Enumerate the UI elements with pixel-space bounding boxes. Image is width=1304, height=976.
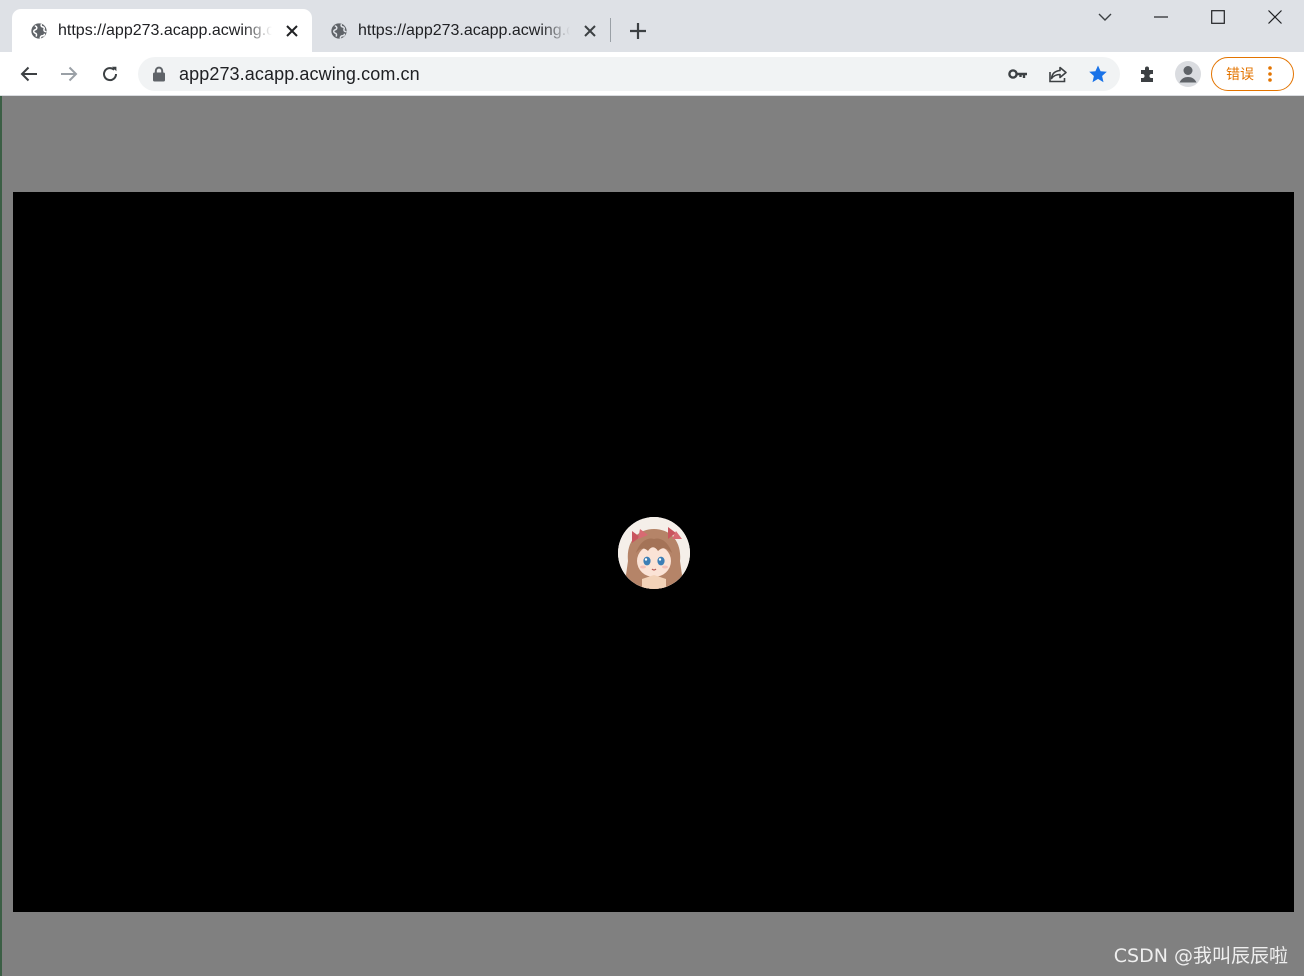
desktop-edge (0, 96, 2, 976)
url-text: app273.acapp.acwing.com.cn (179, 64, 420, 84)
tab-separator (610, 18, 611, 42)
maximize-icon[interactable] (1190, 0, 1246, 34)
tab-title: https://app273.acapp.acwing.com.cn (58, 21, 272, 39)
chevron-down-icon[interactable] (1077, 0, 1133, 34)
close-icon[interactable] (580, 21, 600, 41)
star-icon[interactable] (1086, 62, 1110, 86)
plus-icon[interactable] (626, 19, 650, 43)
close-icon[interactable] (282, 21, 302, 41)
game-canvas[interactable] (13, 192, 1294, 912)
profile-icon[interactable] (1174, 60, 1202, 88)
tab-inactive[interactable]: https://app273.acapp.acwing.com.cn (312, 9, 610, 52)
puzzle-icon[interactable] (1134, 60, 1162, 88)
tab-active[interactable]: https://app273.acapp.acwing.com.cn (12, 9, 312, 52)
address-bar[interactable]: app273.acapp.acwing.com.cn (138, 57, 1120, 91)
kebab-menu-icon (1268, 66, 1272, 82)
error-label: 错误 (1226, 67, 1254, 83)
profile-error-button[interactable]: 错误 (1211, 57, 1294, 91)
browser-titlebar: https://app273.acapp.acwing.com.cn https… (0, 0, 1304, 52)
minimize-icon[interactable] (1133, 0, 1189, 34)
player-avatar (618, 517, 690, 589)
watermark: CSDN @我叫辰辰啦 (1113, 945, 1288, 967)
key-icon[interactable] (1006, 62, 1030, 86)
browser-toolbar: app273.acapp.acwing.com.cn 错误 (0, 52, 1304, 96)
back-arrow-icon[interactable] (15, 60, 43, 88)
globe-icon (31, 22, 47, 39)
tab-title: https://app273.acapp.acwing.com.cn (358, 21, 570, 39)
close-icon[interactable] (1247, 0, 1303, 34)
lock-icon (153, 66, 165, 82)
globe-icon (331, 22, 347, 39)
forward-arrow-icon[interactable] (55, 60, 83, 88)
reload-icon[interactable] (96, 60, 124, 88)
share-icon[interactable] (1046, 62, 1070, 86)
